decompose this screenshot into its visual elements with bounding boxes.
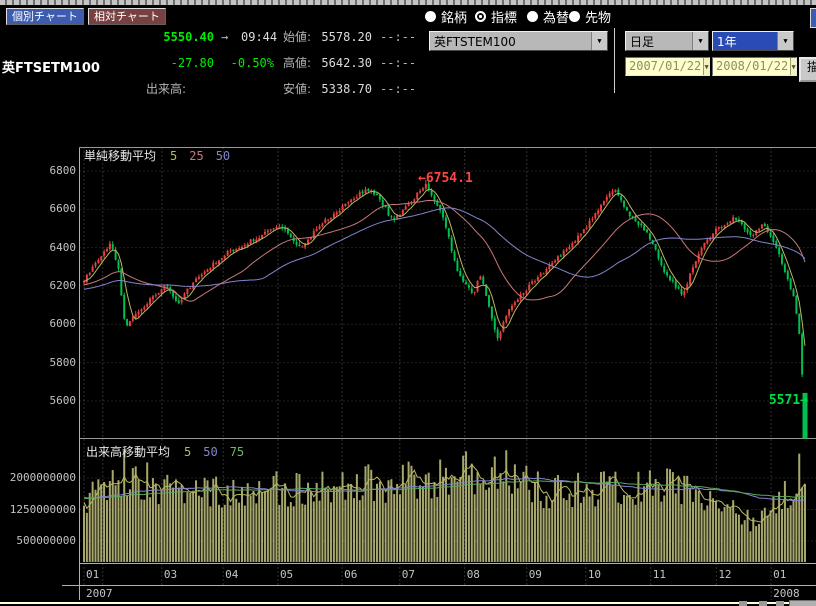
price-tick-label: 6800 (34, 165, 76, 177)
scrollbar-fragment[interactable] (759, 601, 767, 606)
month-label: 06 (344, 569, 357, 581)
price-ma-legend: 単純移動平均 5 25 50 (84, 150, 242, 163)
month-label: 08 (467, 569, 480, 581)
month-label: 03 (164, 569, 177, 581)
high-price-annotation: ←6754.1 (418, 171, 473, 186)
current-price-annotation: 5571→ (748, 393, 808, 408)
price-ma25-label: 25 (189, 150, 203, 163)
price-ma-legend-title: 単純移動平均 (84, 150, 156, 163)
price-tick-label: 6400 (34, 242, 76, 254)
price-volume-chart (0, 0, 816, 606)
scrollbar-thumb[interactable] (789, 600, 816, 606)
bottom-edge-line (0, 602, 816, 604)
scrollbar-fragment[interactable] (776, 601, 784, 606)
price-tick-label: 5600 (34, 395, 76, 407)
price-tick-label: 6600 (34, 203, 76, 215)
month-label: 01 (773, 569, 786, 581)
month-label: 05 (280, 569, 293, 581)
month-label: 09 (529, 569, 542, 581)
price-tick-label: 6000 (34, 318, 76, 330)
volume-ma75-label: 75 (230, 446, 244, 459)
scrollbar-fragment[interactable] (739, 601, 747, 606)
price-ma50-label: 50 (216, 150, 230, 163)
volume-ma-legend-title: 出来高移動平均 (86, 446, 170, 459)
month-label: 07 (402, 569, 415, 581)
month-label: 10 (588, 569, 601, 581)
year-label: 2008 (773, 588, 800, 600)
volume-ma-legend: 出来高移動平均 5 50 75 (86, 446, 256, 459)
volume-tick-label: 1250000000 (2, 504, 76, 516)
year-label: 2007 (86, 588, 113, 600)
month-label: 11 (653, 569, 666, 581)
volume-tick-label: 2000000000 (2, 472, 76, 484)
price-ma5-label: 5 (170, 150, 177, 163)
volume-ma5-label: 5 (184, 446, 191, 459)
volume-ma50-label: 50 (203, 446, 217, 459)
chart-app-window: 個別チャート 相対チャート 英FTSETM100 5550.40 → 09:44… (0, 0, 816, 606)
month-label: 04 (225, 569, 238, 581)
price-tick-label: 5800 (34, 357, 76, 369)
price-tick-label: 6200 (34, 280, 76, 292)
month-label: 01 (86, 569, 99, 581)
month-label: 12 (718, 569, 731, 581)
volume-tick-label: 500000000 (2, 535, 76, 547)
